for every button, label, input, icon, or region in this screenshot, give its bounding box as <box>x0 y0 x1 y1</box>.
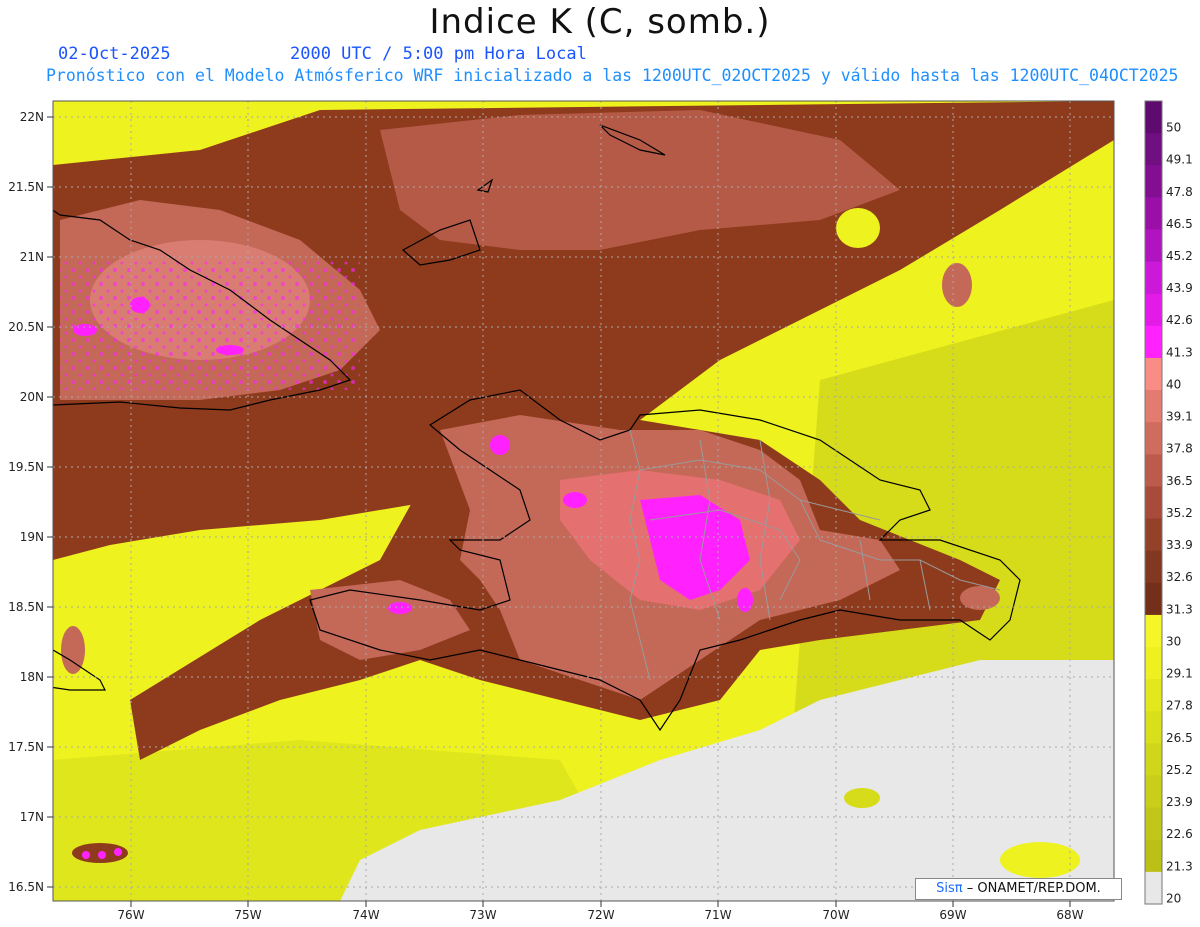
colorbar-swatch <box>1145 743 1162 777</box>
colorbar-label: 29.1 <box>1166 667 1193 681</box>
colorbar-swatch <box>1145 357 1162 391</box>
lon-label: 75W <box>234 908 261 922</box>
colorbar-swatch <box>1145 165 1162 198</box>
latitude-labels: 22N 21.5N 21N 20.5N 20N 19.5N 19N 18.5N … <box>8 110 44 894</box>
lat-label: 20.5N <box>8 320 44 334</box>
colorbar-label: 40 <box>1166 377 1181 391</box>
lat-label: 19N <box>20 530 44 544</box>
colorbar-swatch <box>1145 614 1162 648</box>
colorbar-swatch <box>1145 422 1162 455</box>
colorbar-swatch <box>1145 390 1162 423</box>
lon-label: 76W <box>117 908 144 922</box>
credit-text: – ONAMET/REP.DOM. <box>966 881 1101 896</box>
colorbar-label: 49.1 <box>1166 153 1193 167</box>
lat-label: 19.5N <box>8 460 44 474</box>
lat-label: 20N <box>20 390 44 404</box>
colorbar-label: 33.9 <box>1166 538 1193 552</box>
colorbar-swatch <box>1145 454 1162 488</box>
colorbar-label: 37.8 <box>1166 442 1193 456</box>
lat-label: 16.5N <box>8 880 44 894</box>
colorbar-label: 39.1 <box>1166 410 1193 424</box>
colorbar-label: 32.6 <box>1166 570 1193 584</box>
colorbar-swatch <box>1145 679 1162 712</box>
colorbar-label: 46.5 <box>1166 217 1193 231</box>
colorbar-label: 45.2 <box>1166 249 1193 263</box>
colorbar-label: 50 <box>1166 121 1181 135</box>
colorbar-swatch <box>1145 261 1162 295</box>
lon-label: 72W <box>587 908 614 922</box>
lon-label: 70W <box>822 908 849 922</box>
colorbar-label: 41.3 <box>1166 345 1193 359</box>
colorbar-swatch <box>1145 325 1162 359</box>
lat-label: 17N <box>20 810 44 824</box>
colorbar: 50 49.1 47.8 46.5 45.2 43.9 42.6 41.3 40 39.1 37.8… <box>1144 100 1193 905</box>
colorbar-swatch <box>1145 550 1162 584</box>
colorbar-swatch <box>1145 839 1162 873</box>
colorbar-label: 35.2 <box>1166 506 1193 520</box>
colorbar-label: 42.6 <box>1166 313 1193 327</box>
colorbar-swatch <box>1145 133 1162 166</box>
colorbar-label: 27.8 <box>1166 699 1193 713</box>
lat-label: 21.5N <box>8 180 44 194</box>
colorbar-label: 25.2 <box>1166 763 1193 777</box>
lat-label: 17.5N <box>8 740 44 754</box>
lon-label: 74W <box>352 908 379 922</box>
colorbar-label: 23.9 <box>1166 795 1193 809</box>
colorbar-label: 30 <box>1166 634 1181 648</box>
lon-label: 69W <box>939 908 966 922</box>
colorbar-label: 31.3 <box>1166 602 1193 616</box>
colorbar-label: 43.9 <box>1166 281 1193 295</box>
colorbar-label: 36.5 <box>1166 474 1193 488</box>
credit-box: Sisπ – ONAMET/REP.DOM. <box>915 878 1122 900</box>
colorbar-label: 26.5 <box>1166 731 1193 745</box>
colorbar-swatch <box>1145 101 1162 134</box>
shaded-field <box>53 101 1114 901</box>
colorbar-swatch <box>1145 518 1162 552</box>
colorbar-swatch <box>1145 486 1162 520</box>
sispi-logo: Sisπ <box>936 881 963 896</box>
lat-label: 18N <box>20 670 44 684</box>
lat-label: 22N <box>20 110 44 124</box>
colorbar-swatch <box>1145 711 1162 744</box>
colorbar-swatch <box>1145 197 1162 231</box>
colorbar-swatch <box>1145 871 1162 905</box>
colorbar-swatch <box>1145 293 1162 327</box>
colorbar-label: 20 <box>1166 891 1181 905</box>
colorbar-swatch <box>1145 775 1162 809</box>
colorbar-swatch <box>1145 229 1162 263</box>
colorbar-label: 47.8 <box>1166 185 1193 199</box>
colorbar-label: 22.6 <box>1166 827 1193 841</box>
lon-label: 71W <box>704 908 731 922</box>
lat-label: 18.5N <box>8 600 44 614</box>
k-index-map: 22N 21.5N 21N 20.5N 20N 19.5N 19N 18.5N … <box>8 100 1193 922</box>
colorbar-swatch <box>1145 807 1162 841</box>
colorbar-label: 21.3 <box>1166 859 1193 873</box>
colorbar-swatch <box>1145 647 1162 680</box>
lat-label: 21N <box>20 250 44 264</box>
lon-label: 68W <box>1056 908 1083 922</box>
lon-label: 73W <box>469 908 496 922</box>
longitude-labels: 76W 75W 74W 73W 72W 71W 70W 69W 68W <box>117 908 1083 922</box>
colorbar-swatch <box>1145 582 1162 616</box>
